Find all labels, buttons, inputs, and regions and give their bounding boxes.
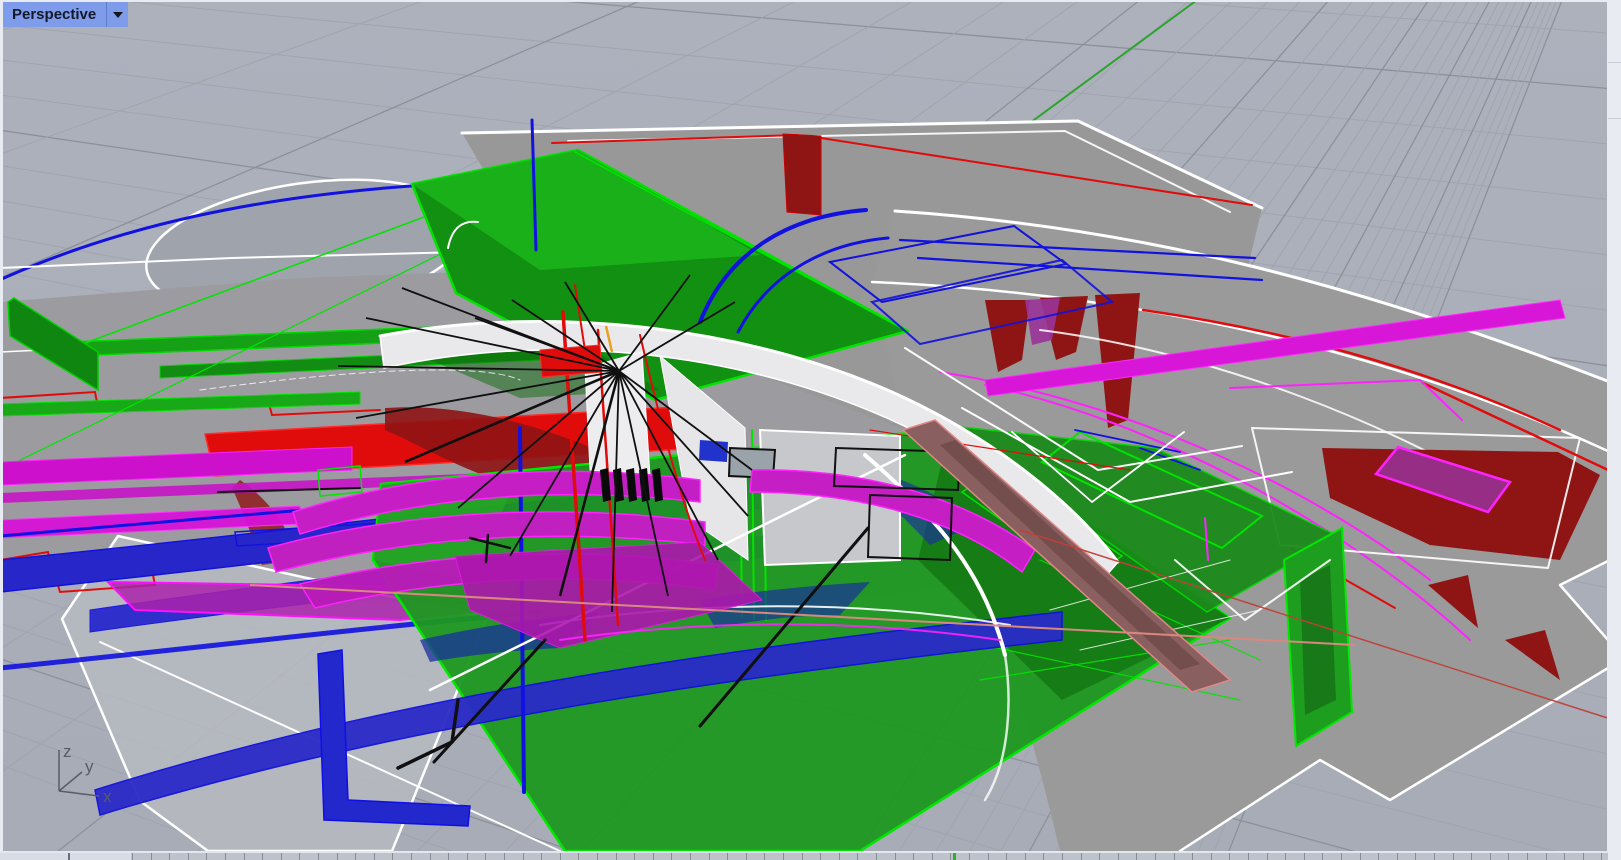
rhino-window: z y x Perspective [0,0,1621,860]
bottom-bar-sliver[interactable] [0,853,1621,860]
viewport-tab-label[interactable]: Perspective [3,2,106,27]
viewport-tab[interactable]: Perspective [3,2,129,27]
perspective-viewport-canvas[interactable]: z y x [3,2,1607,851]
viewport-menu-button[interactable] [106,2,128,27]
right-panel-sliver [1608,0,1621,860]
bottom-bar-lead-section [0,853,131,860]
chevron-down-icon [112,11,123,18]
gizmo-x-label: x [103,787,112,806]
gizmo-y-label: y [85,757,94,776]
gizmo-z-label: z [63,742,72,761]
